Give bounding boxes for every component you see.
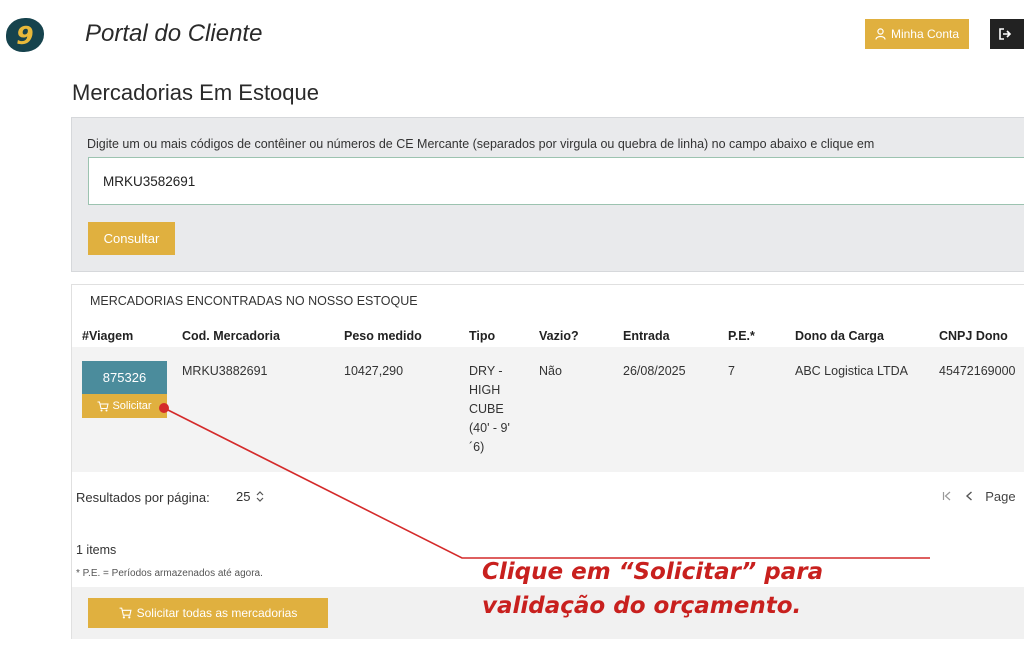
per-page-select[interactable]: 25 <box>232 484 280 508</box>
callout-highlight: Solicitar <box>633 559 742 585</box>
first-page-icon[interactable] <box>942 491 952 501</box>
cell-owner: ABC Logistica LTDA <box>795 364 909 378</box>
callout-line-1: Clique em “Solicitar” para <box>482 555 823 589</box>
column-header-owner: Dono da Carga <box>795 329 884 343</box>
column-header-weight: Peso medido <box>344 329 422 343</box>
results-header: MERCADORIAS ENCONTRADAS NO NOSSO ESTOQUE <box>90 294 418 308</box>
column-header-type: Tipo <box>469 329 496 343</box>
callout-line-2: validação do orçamento. <box>482 593 802 619</box>
cell-code: MRKU3882691 <box>182 364 268 378</box>
app-title: Portal do Cliente <box>85 20 263 47</box>
account-button[interactable]: Minha Conta <box>865 19 969 49</box>
pagination-bar: Resultados por página: 25 Page <box>72 472 1024 522</box>
pager: Page <box>942 489 1016 504</box>
cell-entry: 26/08/2025 <box>623 364 686 378</box>
table-header: #Viagem Cod. Mercadoria Peso medido Tipo… <box>72 323 1024 347</box>
cart-icon <box>97 401 110 411</box>
column-header-code: Cod. Mercadoria <box>182 329 280 343</box>
container-code-input[interactable] <box>88 157 1024 205</box>
page-title: Mercadorias Em Estoque <box>72 80 319 105</box>
top-bar: Portal do Cliente Minha Conta <box>50 18 1024 50</box>
logout-button[interactable] <box>990 19 1024 49</box>
solicitar-button-label: Solicitar <box>112 400 152 412</box>
solicitar-button[interactable]: Solicitar <box>82 394 167 418</box>
callout-annotation: Clique em “Solicitar” para validação do … <box>482 555 823 623</box>
cart-icon <box>119 607 132 619</box>
cell-pe: 7 <box>728 364 735 378</box>
cell-cnpj: 45472169000 <box>939 364 1016 378</box>
search-panel: Digite um ou mais códigos de contêiner o… <box>71 117 1024 272</box>
consultar-button[interactable]: Consultar <box>88 222 175 255</box>
column-header-pe: P.E.* <box>728 329 755 343</box>
column-header-entry: Entrada <box>623 329 670 343</box>
sort-updown-icon <box>257 490 264 502</box>
search-instructions: Digite um ou mais códigos de contêiner o… <box>87 137 875 151</box>
account-button-label: Minha Conta <box>890 27 960 41</box>
per-page-value: 25 <box>236 488 251 504</box>
column-header-voyage: #Viagem <box>82 329 134 343</box>
solicitar-todas-button[interactable]: Solicitar todas as mercadorias <box>88 598 328 628</box>
column-header-cnpj: CNPJ Dono <box>939 329 1008 343</box>
callout-suffix: ” para <box>741 559 824 585</box>
cell-empty: Não <box>539 364 562 378</box>
page-label: Page <box>985 489 1016 504</box>
cell-weight: 10427,290 <box>344 364 404 378</box>
callout-prefix: Clique em “ <box>482 559 634 585</box>
per-page-label: Resultados por página: <box>76 490 210 505</box>
previous-page-icon[interactable] <box>965 491 973 501</box>
solicitar-todas-label: Solicitar todas as mercadorias <box>136 606 298 620</box>
user-icon <box>875 28 886 40</box>
items-count: 1 items <box>76 543 117 557</box>
table-row: 875326 Solicitar MRKU3882691 10427,290 D… <box>72 347 1024 472</box>
step-number-badge: 9 <box>6 18 44 52</box>
logout-icon <box>999 28 1012 40</box>
voyage-number[interactable]: 875326 <box>82 361 167 394</box>
pe-footnote: * P.E. = Períodos armazenados até agora. <box>76 568 263 579</box>
cell-type: DRY - HIGH CUBE (40' - 9' ´6) <box>469 364 510 454</box>
column-header-empty: Vazio? <box>539 329 579 343</box>
